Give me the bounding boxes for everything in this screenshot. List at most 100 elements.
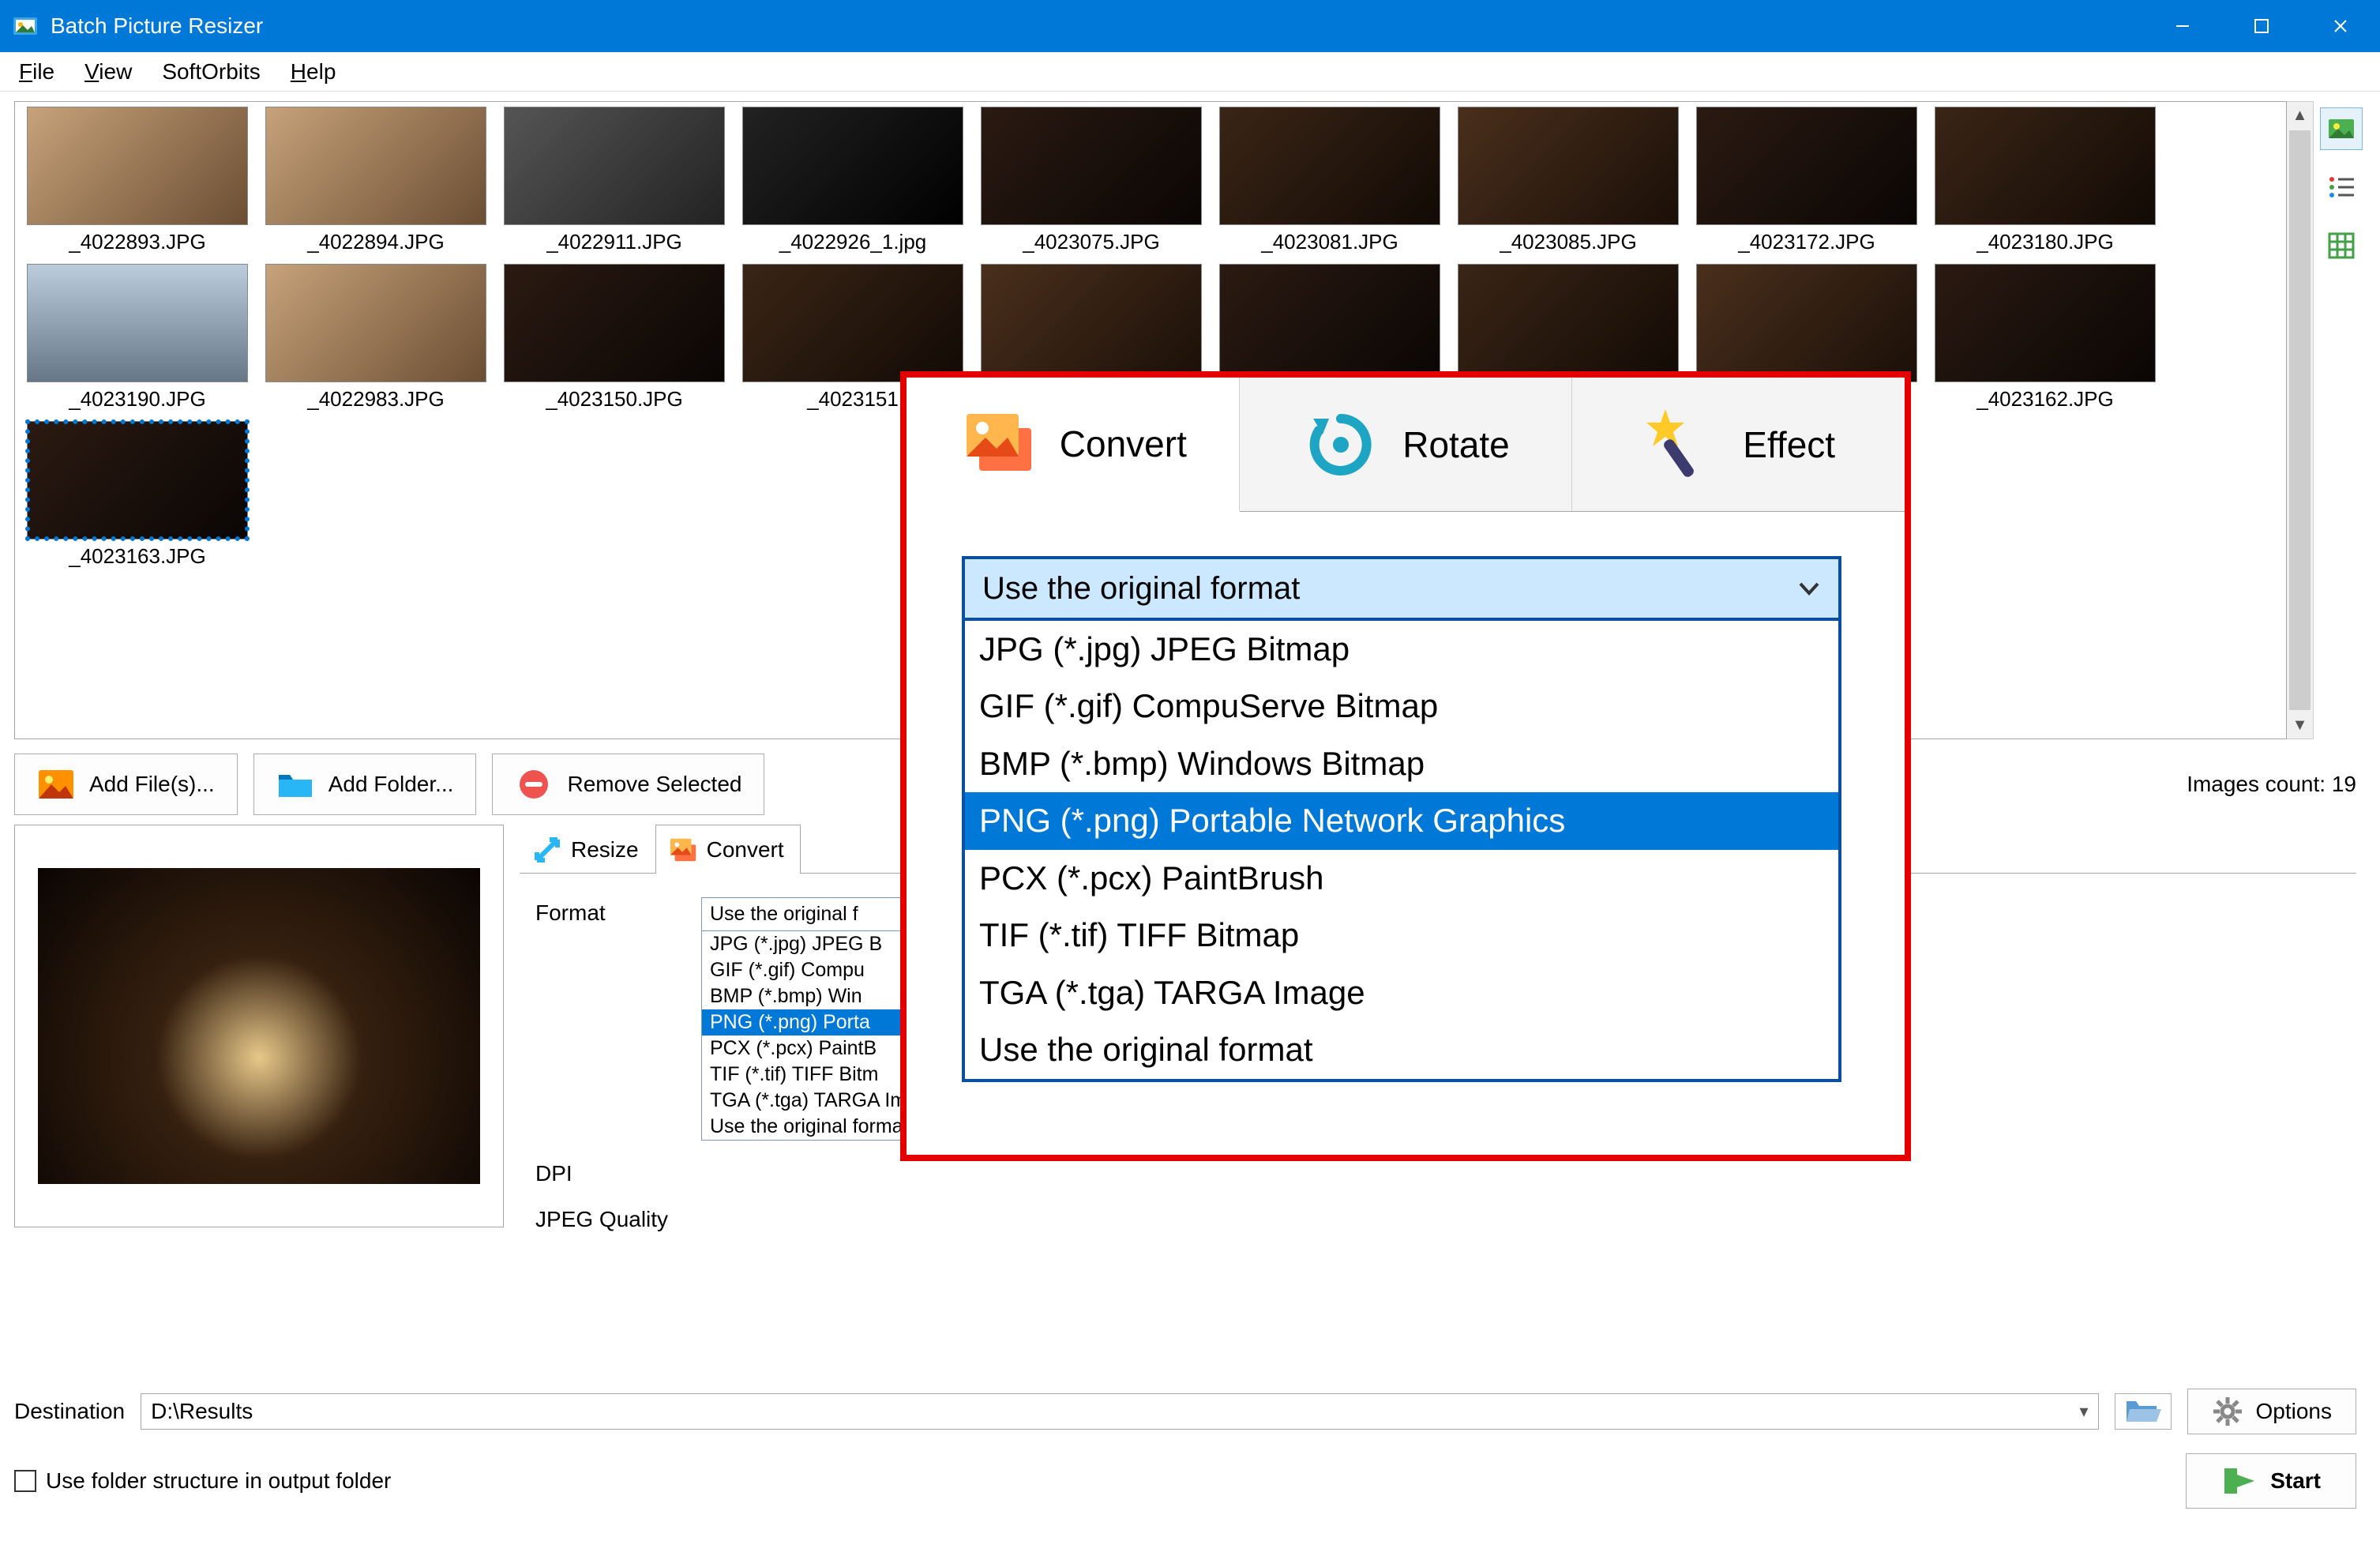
thumbnail-label: _4022894.JPG xyxy=(307,230,444,254)
start-button[interactable]: Start xyxy=(2186,1453,2356,1509)
callout-format-option[interactable]: PCX (*.pcx) PaintBrush xyxy=(965,850,1838,907)
gallery-scrollbar[interactable]: ▲ ▼ xyxy=(2287,101,2314,739)
minimize-button[interactable] xyxy=(2143,0,2222,52)
add-folder-label: Add Folder... xyxy=(328,772,454,797)
destination-label: Destination xyxy=(14,1399,125,1424)
remove-selected-label: Remove Selected xyxy=(567,772,741,797)
menu-help[interactable]: Help xyxy=(286,56,341,88)
callout-format-option[interactable]: Use the original format xyxy=(965,1021,1838,1078)
rotate-icon xyxy=(1301,405,1380,484)
remove-selected-button[interactable]: Remove Selected xyxy=(492,754,764,815)
view-list-button[interactable] xyxy=(2320,166,2363,209)
thumbnail-item[interactable]: _4023163.JPG xyxy=(23,421,252,569)
menubar: File View SoftOrbits Help xyxy=(0,52,2380,92)
thumbnail-label: _4022983.JPG xyxy=(307,387,444,412)
tab-convert[interactable]: Convert xyxy=(655,825,801,874)
dpi-label: DPI xyxy=(535,1158,701,1186)
thumbnail-item[interactable]: _4022893.JPG xyxy=(23,107,252,254)
scroll-down-icon[interactable]: ▼ xyxy=(2287,712,2313,739)
thumbnail-image[interactable] xyxy=(1935,107,2156,225)
callout-format-option[interactable]: PNG (*.png) Portable Network Graphics xyxy=(965,792,1838,849)
thumbnail-image[interactable] xyxy=(981,264,1202,382)
thumbnail-image[interactable] xyxy=(504,107,725,225)
thumbnail-item[interactable]: _4023075.JPG xyxy=(977,107,1206,254)
thumbnail-image[interactable] xyxy=(1696,107,1917,225)
magic-wand-icon xyxy=(1642,405,1721,484)
start-label: Start xyxy=(2270,1468,2321,1494)
tab-resize[interactable]: Resize xyxy=(520,825,655,874)
callout-format-option[interactable]: TGA (*.tga) TARGA Image xyxy=(965,964,1838,1021)
titlebar: Batch Picture Resizer xyxy=(0,0,2380,52)
thumbnail-item[interactable]: _4023081.JPG xyxy=(1215,107,1444,254)
thumbnail-image[interactable] xyxy=(742,264,963,382)
thumbnail-image[interactable] xyxy=(265,107,486,225)
play-icon xyxy=(2221,1465,2258,1497)
scroll-up-icon[interactable]: ▲ xyxy=(2287,102,2313,129)
callout-tab-rotate[interactable]: Rotate xyxy=(1240,378,1573,511)
thumbnail-image[interactable] xyxy=(742,107,963,225)
thumbnail-item[interactable]: _4022983.JPG xyxy=(261,264,490,412)
thumbnail-image[interactable] xyxy=(27,264,248,382)
callout-format-option[interactable]: TIF (*.tif) TIFF Bitmap xyxy=(965,907,1838,964)
thumbnail-label: _4023172.JPG xyxy=(1738,230,1875,254)
add-folder-button[interactable]: Add Folder... xyxy=(253,754,477,815)
thumbnail-item[interactable]: _4022894.JPG xyxy=(261,107,490,254)
thumbnail-image[interactable] xyxy=(265,264,486,382)
thumbnail-item[interactable]: _4023085.JPG xyxy=(1454,107,1683,254)
thumbnail-label: _4023075.JPG xyxy=(1023,230,1159,254)
resize-icon xyxy=(531,834,563,866)
thumbnail-image[interactable] xyxy=(1696,264,1917,382)
thumbnail-image[interactable] xyxy=(27,421,248,539)
thumbnail-label: _4022911.JPG xyxy=(546,230,682,254)
thumbnail-item[interactable]: _4023162.JPG xyxy=(1931,264,2160,412)
callout-format-current[interactable]: Use the original format xyxy=(965,559,1838,621)
use-folder-structure-checkbox[interactable]: Use folder structure in output folder xyxy=(14,1468,391,1494)
thumbnail-image[interactable] xyxy=(504,264,725,382)
thumbnail-image[interactable] xyxy=(1458,264,1679,382)
callout-format-option[interactable]: GIF (*.gif) CompuServe Bitmap xyxy=(965,678,1838,735)
callout-tab-effect[interactable]: Effect xyxy=(1572,378,1905,511)
callout-format-option[interactable]: JPG (*.jpg) JPEG Bitmap xyxy=(965,621,1838,678)
thumbnail-item[interactable]: _4023150.JPG xyxy=(500,264,729,412)
destination-value: D:\Results xyxy=(151,1399,253,1424)
options-button[interactable]: Options xyxy=(2187,1389,2357,1434)
scroll-thumb[interactable] xyxy=(2289,130,2311,710)
menu-view[interactable]: View xyxy=(80,56,137,88)
add-files-button[interactable]: Add File(s)... xyxy=(14,754,238,815)
view-grid-button[interactable] xyxy=(2320,224,2363,267)
preview-image xyxy=(38,868,480,1184)
thumbnail-image[interactable] xyxy=(27,107,248,225)
thumbnail-label: _4023085.JPG xyxy=(1500,230,1636,254)
thumbnail-image[interactable] xyxy=(1219,107,1440,225)
thumbnail-item[interactable]: _4022926_1.jpg xyxy=(738,107,967,254)
convert-callout: Convert Rotate Effect Use the original f… xyxy=(900,371,1911,1161)
browse-destination-button[interactable] xyxy=(2115,1393,2172,1430)
thumbnail-label: _4023180.JPG xyxy=(1976,230,2113,254)
close-button[interactable] xyxy=(2301,0,2380,52)
view-mode-toolbar xyxy=(2314,101,2369,739)
thumbnail-item[interactable]: _4022911.JPG xyxy=(500,107,729,254)
checkbox-icon[interactable] xyxy=(14,1470,36,1492)
convert-icon xyxy=(959,404,1038,483)
add-files-label: Add File(s)... xyxy=(89,772,215,797)
menu-softorbits[interactable]: SoftOrbits xyxy=(157,56,265,88)
callout-format-list[interactable]: JPG (*.jpg) JPEG BitmapGIF (*.gif) Compu… xyxy=(965,621,1838,1079)
menu-file[interactable]: File xyxy=(14,56,59,88)
thumbnail-item[interactable]: _4023190.JPG xyxy=(23,264,252,412)
preview-pane xyxy=(14,825,504,1227)
callout-format-option[interactable]: BMP (*.bmp) Windows Bitmap xyxy=(965,735,1838,792)
thumbnail-item[interactable]: _4023172.JPG xyxy=(1692,107,1921,254)
view-thumbnails-button[interactable] xyxy=(2320,107,2363,150)
chevron-down-icon[interactable]: ▾ xyxy=(2079,1401,2088,1422)
destination-input[interactable]: D:\Results ▾ xyxy=(141,1393,2098,1430)
thumbnail-image[interactable] xyxy=(1935,264,2156,382)
maximize-button[interactable] xyxy=(2222,0,2301,52)
callout-format-select[interactable]: Use the original format JPG (*.jpg) JPEG… xyxy=(962,556,1841,1082)
folder-open-icon xyxy=(2125,1398,2161,1425)
thumbnail-image[interactable] xyxy=(1219,264,1440,382)
thumbnail-item[interactable]: _4023180.JPG xyxy=(1931,107,2160,254)
callout-tab-rotate-label: Rotate xyxy=(1402,423,1510,466)
thumbnail-image[interactable] xyxy=(1458,107,1679,225)
thumbnail-image[interactable] xyxy=(981,107,1202,225)
callout-tab-convert[interactable]: Convert xyxy=(907,378,1240,513)
